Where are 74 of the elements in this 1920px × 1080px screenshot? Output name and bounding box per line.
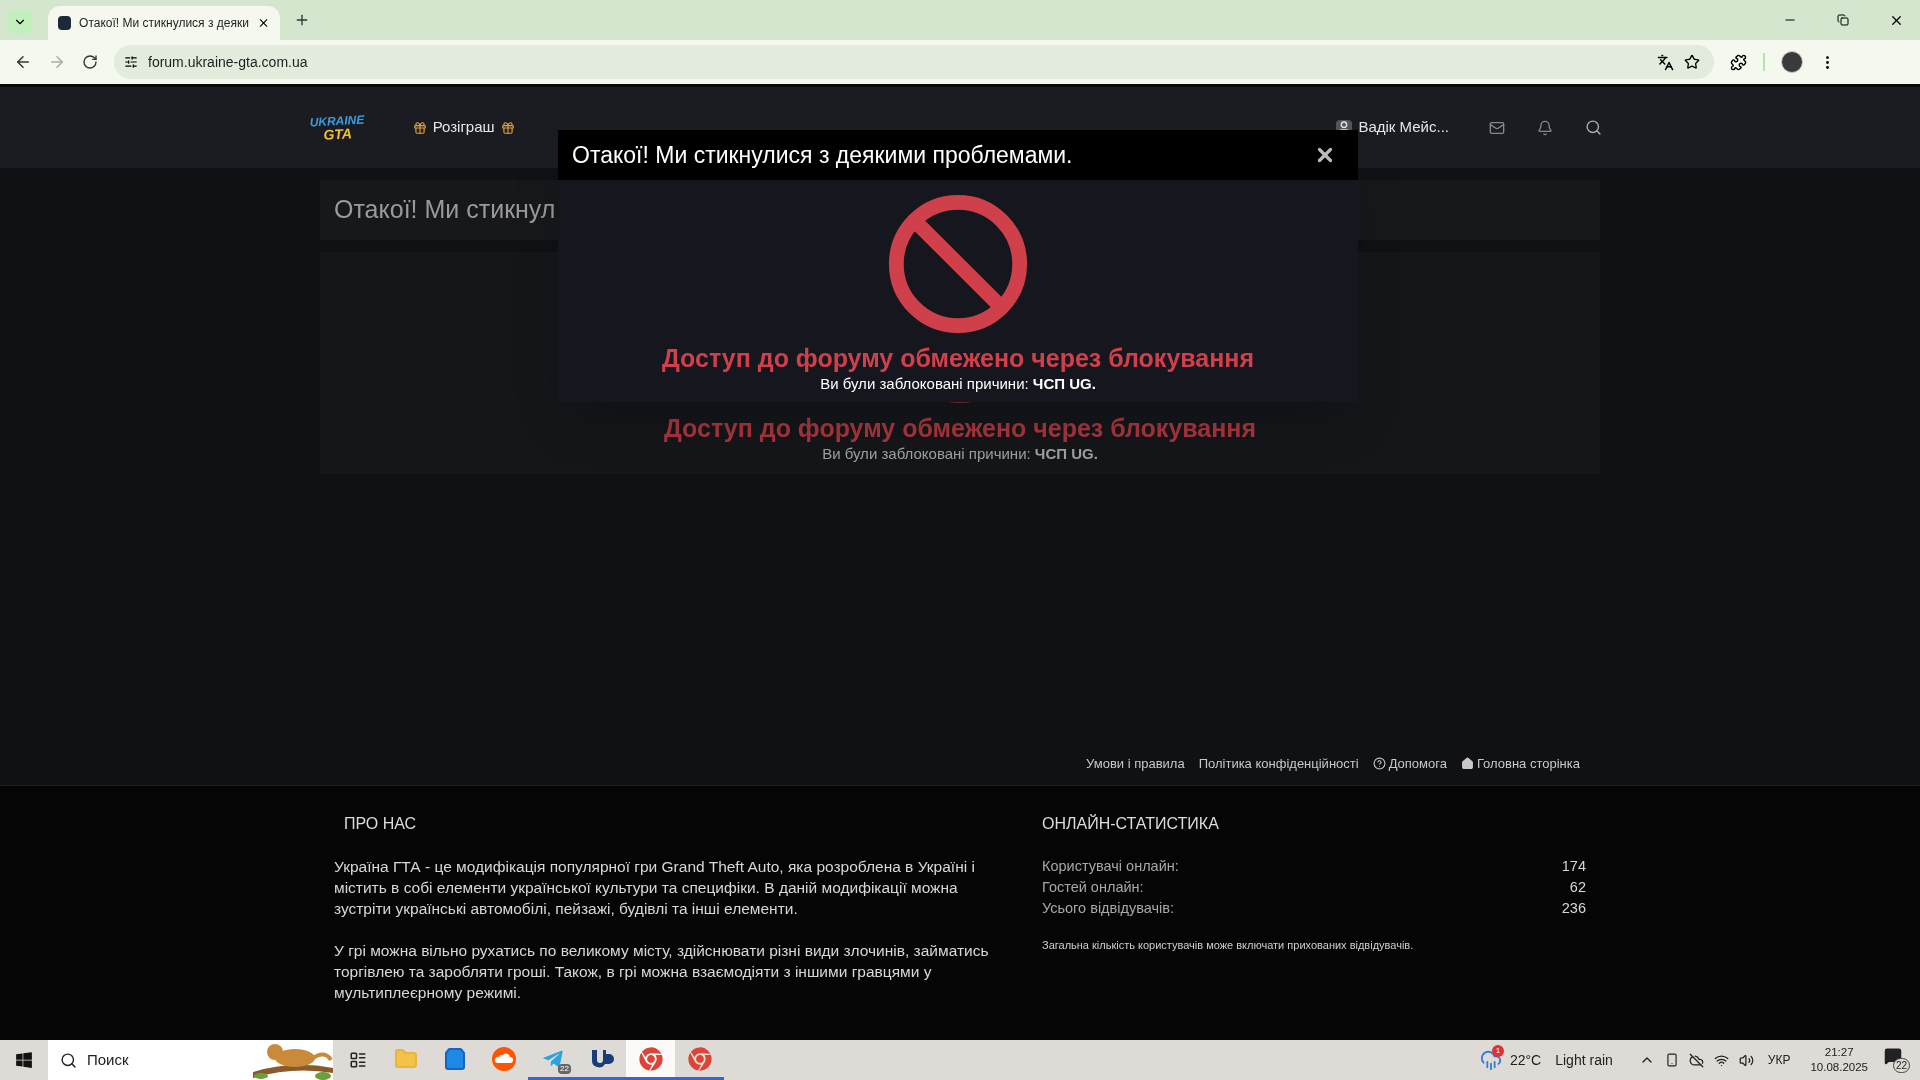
block-message: Доступ до форуму обмежено через блокування: [664, 413, 1256, 444]
temperature: 22°C: [1509, 1050, 1542, 1070]
taskbar-app[interactable]: [626, 1040, 675, 1080]
back-icon[interactable]: [14, 53, 32, 71]
tab-list-button[interactable]: [8, 10, 32, 34]
clock[interactable]: 21:27 10.08.2025: [1810, 1045, 1868, 1075]
stat-value: 174: [1561, 857, 1586, 876]
section-heading: ПРО НАС: [343, 814, 418, 834]
wifi-icon[interactable]: [1713, 1052, 1729, 1068]
weather-text: Light rain: [1555, 1050, 1613, 1070]
footer-link[interactable]: Допомога: [1372, 753, 1447, 773]
gift-icon: [500, 120, 515, 135]
home-icon: [1460, 756, 1474, 770]
site-logo[interactable]: UKRAINE GTA: [309, 113, 366, 142]
chrome-icon: [687, 1046, 712, 1071]
tab-title: Отакої! Ми стикнулися з деяки: [79, 15, 249, 32]
site-settings-icon[interactable]: [124, 55, 138, 69]
phone-icon[interactable]: [1664, 1053, 1679, 1067]
site-favicon: [58, 16, 72, 30]
translate-icon[interactable]: [1657, 53, 1674, 71]
notification-count: 22: [1892, 1058, 1910, 1073]
search-icon[interactable]: [1585, 119, 1602, 136]
start-icon[interactable]: [15, 1051, 33, 1069]
weather-icon: [1479, 1049, 1502, 1071]
keyboard-language[interactable]: УКР: [1767, 1051, 1791, 1069]
mail-icon[interactable]: [1489, 119, 1505, 136]
block-reason: Ви були заблоковані причини: ЧСП UG.: [820, 374, 1096, 394]
about-paragraph: Україна ГТА - це модифікація популярної гри Grand Theft Auto, яка розроблена в Україні і містить в собі елементи української культури та специфіки. В даній модифікації можна зустріти українські автомобілі, пейзажі, будівлі та інші елементи.: [334, 857, 976, 919]
browser-tab[interactable]: Отакої! Ми стикнулися з деяки: [48, 6, 280, 40]
cloud-icon: [490, 1045, 517, 1072]
stat-label: Гостей онлайн:: [1042, 878, 1144, 897]
footer-link[interactable]: Політика конфіденційності: [1198, 753, 1359, 773]
bell-icon[interactable]: [1537, 119, 1553, 136]
restore-icon[interactable]: [1837, 14, 1849, 26]
task-view-icon[interactable]: [349, 1051, 367, 1069]
taskbar-search-field[interactable]: Поиск: [48, 1040, 333, 1080]
search-placeholder: Поиск: [87, 1049, 129, 1070]
chrome-icon: [638, 1046, 663, 1071]
dialog-title: Отакої! Ми стикнулися з деякими проблемами.: [572, 140, 1073, 170]
clock-date: 10.08.2025: [1810, 1060, 1868, 1075]
volume-icon[interactable]: [1738, 1052, 1754, 1068]
cloud-off-icon[interactable]: [1688, 1052, 1704, 1068]
stat-value: 236: [1561, 899, 1586, 918]
gift-icon: [412, 120, 427, 135]
weather-badge: 1: [1491, 1045, 1504, 1057]
block-message: Доступ до форуму обмежено через блокування: [662, 343, 1254, 374]
stat-label: Усього відвідувачів:: [1042, 899, 1174, 918]
clock-time: 21:27: [1824, 1045, 1854, 1060]
logo-text: GTA: [323, 126, 353, 142]
notification-center[interactable]: 22: [1884, 1047, 1910, 1073]
block-reason: Ви були заблоковані причини: ЧСП UG.: [822, 444, 1098, 464]
folder-icon: [393, 1046, 418, 1071]
stats-note: Загальна кількість користувачів може включати прихованих відвідувачів.: [1042, 938, 1415, 953]
unread-badge: 22: [558, 1064, 571, 1074]
footer-link[interactable]: Головна сторінка: [1460, 753, 1580, 773]
taskbar-app[interactable]: 22: [528, 1040, 577, 1080]
search-icon: [60, 1051, 77, 1069]
section-heading: ОНЛАЙН-СТАТИСТИКА: [1042, 813, 1220, 834]
stat-value: 62: [1569, 878, 1586, 897]
address-bar[interactable]: forum.ukraine-gta.com.ua: [114, 45, 1714, 79]
stat-label: Користувачі онлайн:: [1042, 857, 1179, 876]
help-icon: [1372, 756, 1386, 770]
extensions-icon[interactable]: [1730, 53, 1747, 71]
new-tab-icon[interactable]: [294, 12, 310, 28]
profile-avatar[interactable]: [1781, 51, 1803, 73]
reload-icon[interactable]: [82, 54, 98, 70]
footer-link[interactable]: Умови і правила: [1086, 753, 1185, 773]
logo-text: UKRAINE: [309, 113, 365, 129]
nav-link[interactable]: Розіграш: [412, 116, 515, 139]
bookmark-icon[interactable]: [1684, 54, 1700, 70]
about-paragraph: У грі можна вільно рухатись по великому місту, здійснювати різні види злочинів, займатись торгівлею та заробляти гроші. Також, в грі можна взаємодіяти з іншими гравцями у мультиплеєрному режимі.: [334, 941, 990, 1003]
url-text: forum.ukraine-gta.com.ua: [148, 52, 308, 72]
page-title: Отакої! Ми стикнул: [334, 194, 556, 226]
ub-logo-icon: [589, 1047, 614, 1070]
